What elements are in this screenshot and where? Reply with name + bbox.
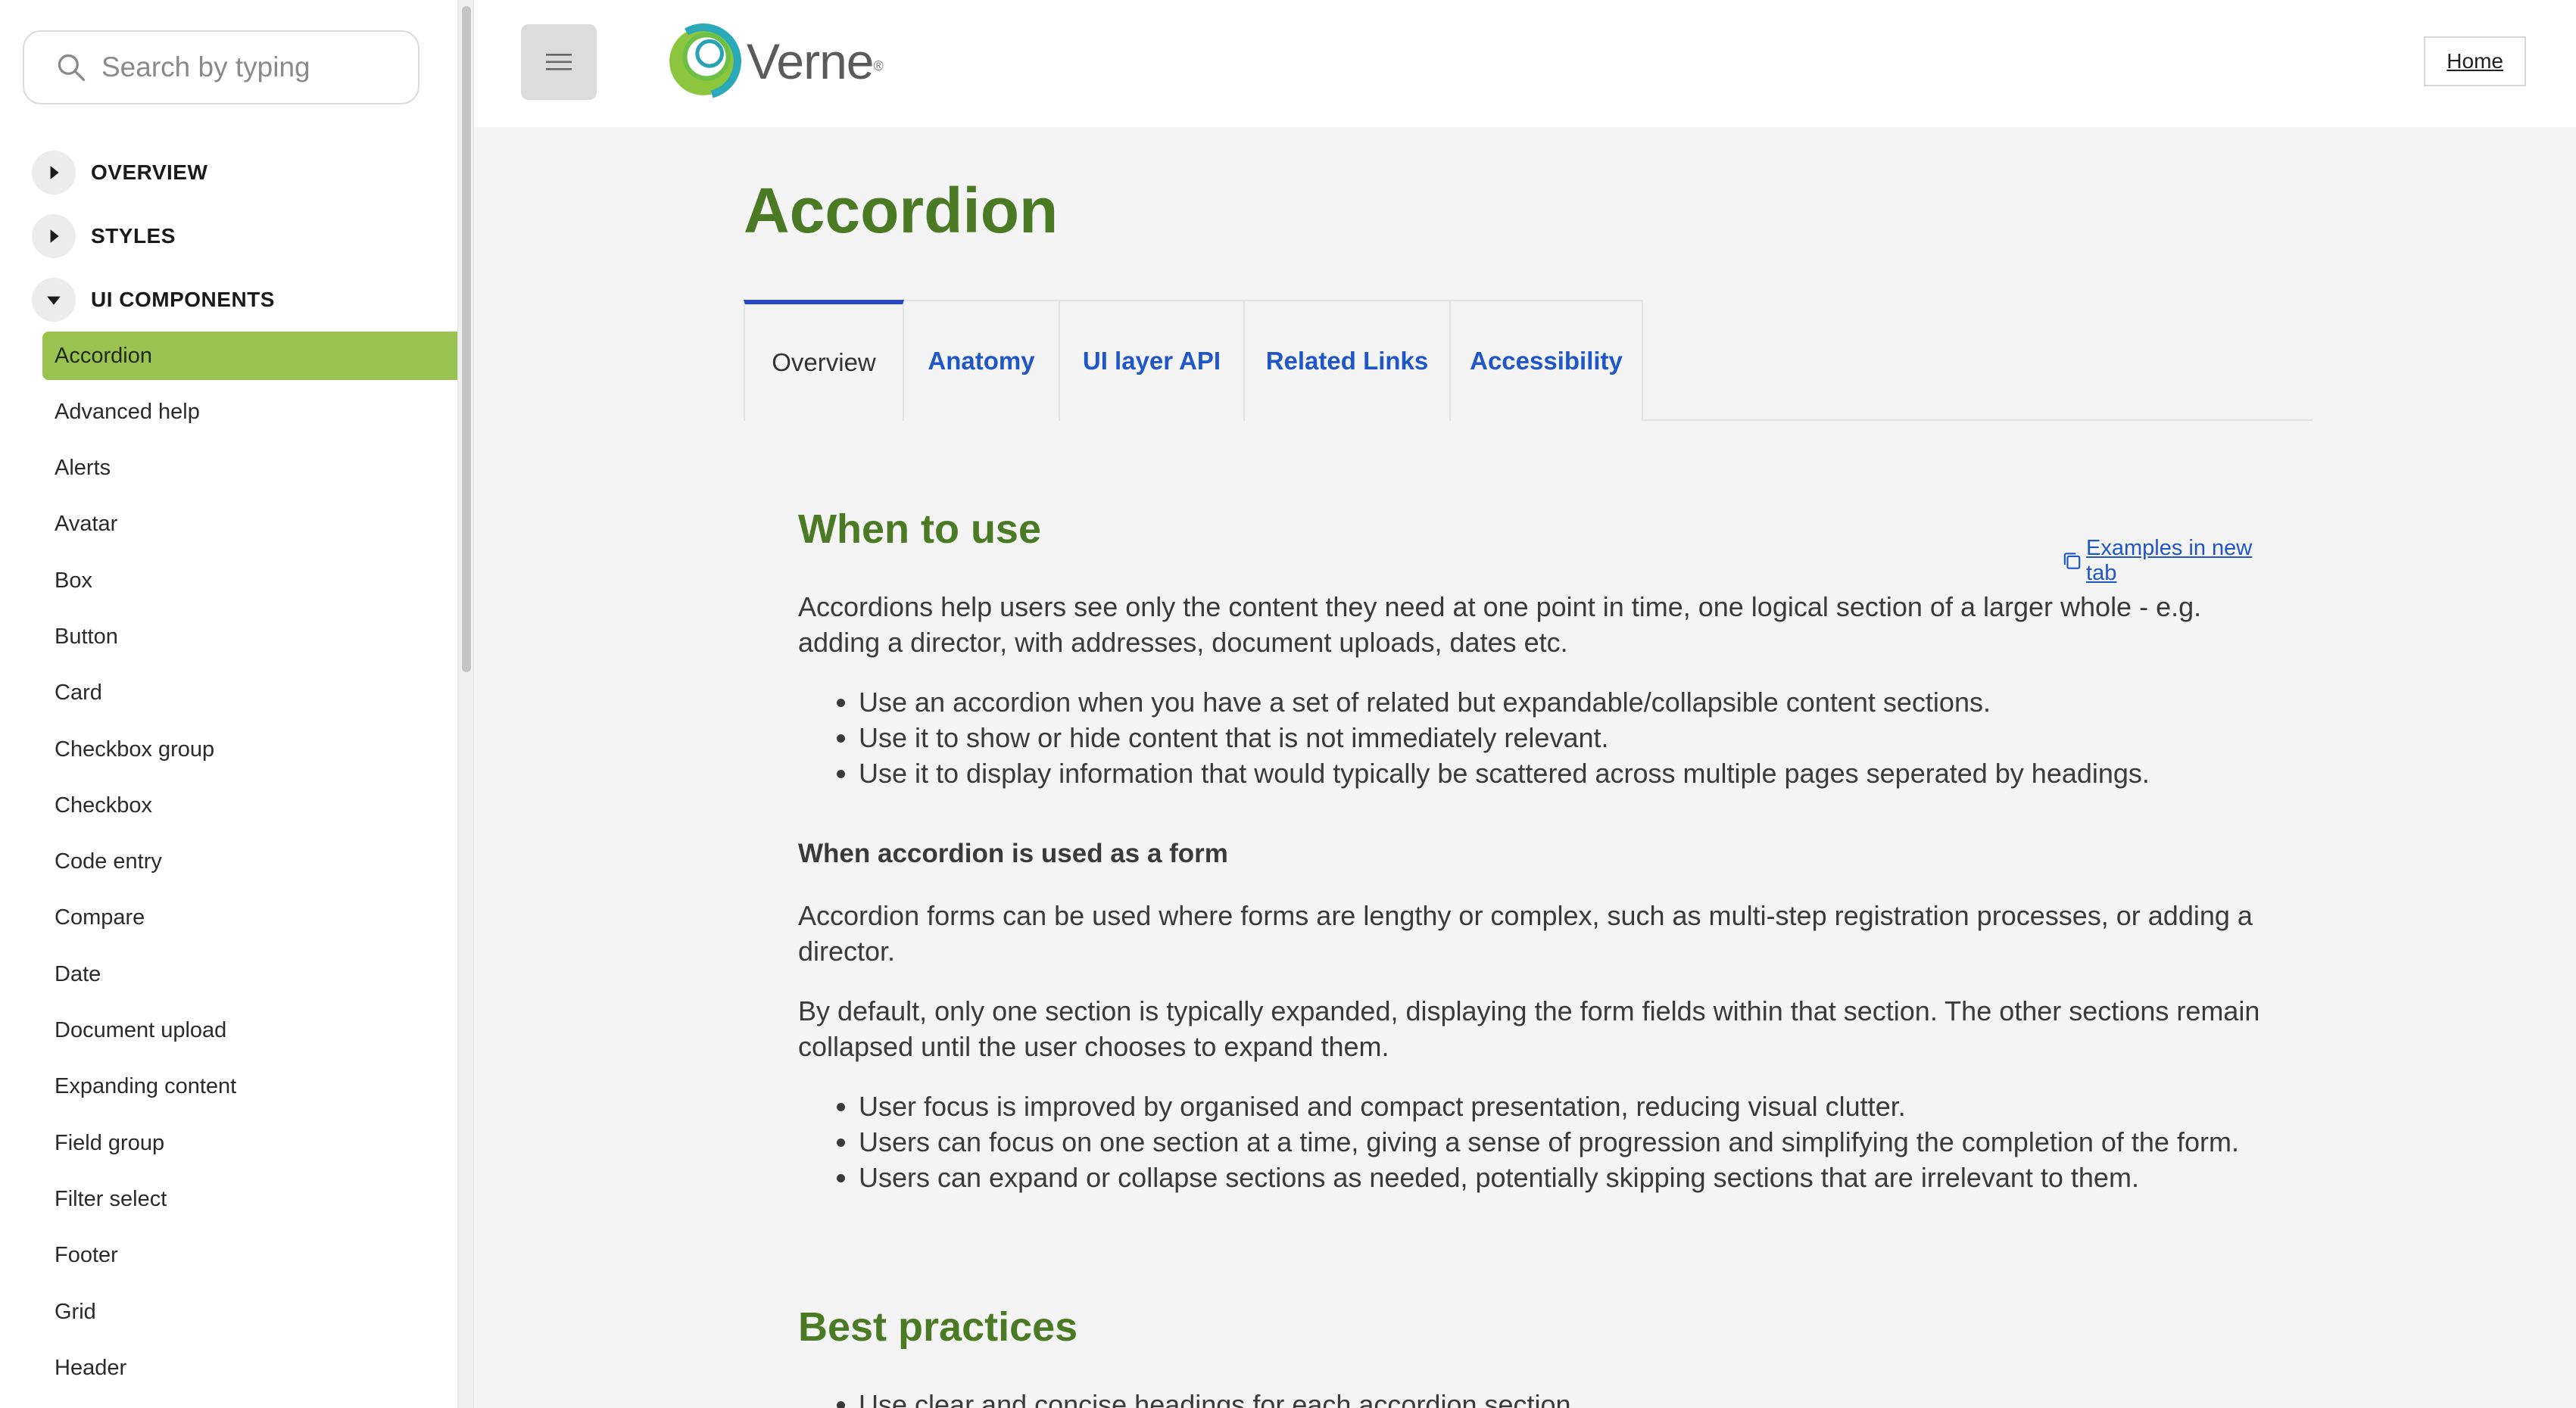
hamburger-icon (546, 54, 572, 70)
chevron-right-icon[interactable] (32, 151, 76, 195)
tab-bar: Overview Anatomy UI layer API Related Li… (744, 300, 2312, 421)
sidebar-item-alerts[interactable]: Alerts (42, 444, 457, 493)
sidebar-item-advanced-help[interactable]: Advanced help (42, 388, 457, 436)
sidebar-item-grid[interactable]: Grid (42, 1288, 457, 1336)
nav-section-label: UI COMPONENTS (91, 288, 275, 311)
tab-overview[interactable]: Overview (744, 300, 904, 421)
top-header: Verne ® Home (474, 0, 2576, 127)
page-title: Accordion (744, 175, 1059, 246)
sidebar-item-button[interactable]: Button (42, 612, 457, 661)
sidebar-item-expanding-content[interactable]: Expanding content (42, 1063, 457, 1111)
nav-section-ui-components[interactable]: UI COMPONENTS (32, 277, 275, 322)
as-form-para-1: Accordion forms can be used where forms … (798, 900, 2253, 967)
as-form-heading: When accordion is used as a form (798, 839, 1228, 868)
when-to-use-list: Use an accordion when you have a set of … (798, 684, 2282, 791)
list-item: Users can focus on one section at a time… (859, 1124, 2282, 1160)
list-item: Users can expand or collapse sections as… (859, 1160, 2282, 1195)
sidebar-scrollbar[interactable] (457, 0, 473, 1408)
chevron-right-icon[interactable] (32, 214, 76, 258)
as-form-para-2: By default, only one section is typicall… (798, 995, 2260, 1062)
tab-ui-layer-api[interactable]: UI layer API (1060, 300, 1245, 421)
sidebar-item-compare[interactable]: Compare (42, 894, 457, 942)
sidebar: OVERVIEW STYLES UI COMPONENTS Accordion … (0, 0, 474, 1408)
sidebar-item-filter-select[interactable]: Filter select (42, 1175, 457, 1223)
registered-mark: ® (873, 58, 884, 73)
sidebar-item-checkbox-group[interactable]: Checkbox group (42, 725, 457, 774)
home-link[interactable]: Home (2424, 36, 2526, 86)
verne-logo-mark-icon (666, 23, 741, 99)
when-to-use-intro: Accordions help users see only the conte… (798, 591, 2202, 658)
sidebar-item-accordion[interactable]: Accordion (42, 332, 457, 380)
nav-section-label: STYLES (91, 224, 176, 248)
examples-link-label: Examples in new tab (2086, 536, 2253, 585)
sidebar-item-code-entry[interactable]: Code entry (42, 838, 457, 886)
scrollbar-thumb[interactable] (462, 6, 471, 672)
tab-anatomy[interactable]: Anatomy (904, 300, 1060, 421)
best-practices-list: Use clear and concise headings for each … (798, 1387, 2282, 1408)
main-content: Accordion Overview Anatomy UI layer API … (474, 127, 2576, 1408)
verne-logo[interactable]: Verne ® (665, 23, 884, 100)
sidebar-item-header[interactable]: Header (42, 1344, 457, 1392)
nav-section-overview[interactable]: OVERVIEW (32, 150, 207, 195)
nav-section-label: OVERVIEW (91, 160, 208, 184)
component-list: Accordion Advanced help Alerts Avatar Bo… (42, 332, 457, 1400)
logo-text: Verne (747, 33, 874, 89)
tab-related-links[interactable]: Related Links (1245, 300, 1451, 421)
sidebar-item-box[interactable]: Box (42, 556, 457, 605)
list-item: Use it to show or hide content that is n… (859, 720, 2282, 755)
as-form-list: User focus is improved by organised and … (798, 1089, 2282, 1195)
tab-accessibility[interactable]: Accessibility (1451, 300, 1643, 421)
sidebar-item-avatar[interactable]: Avatar (42, 500, 457, 549)
list-item: Use clear and concise headings for each … (859, 1387, 2282, 1408)
sidebar-item-document-upload[interactable]: Document upload (42, 1007, 457, 1055)
chevron-down-icon[interactable] (32, 278, 76, 322)
sidebar-item-card[interactable]: Card (42, 669, 457, 718)
copy-icon (2063, 553, 2081, 569)
sidebar-item-date[interactable]: Date (42, 950, 457, 998)
menu-button[interactable] (521, 24, 597, 100)
sidebar-item-checkbox[interactable]: Checkbox (42, 781, 457, 830)
list-item: Use an accordion when you have a set of … (859, 684, 2282, 720)
list-item: Use it to display information that would… (859, 755, 2282, 791)
search-icon (58, 54, 86, 82)
sidebar-item-field-group[interactable]: Field group (42, 1119, 457, 1167)
sidebar-item-footer[interactable]: Footer (42, 1232, 457, 1280)
search-box[interactable] (23, 30, 419, 104)
nav-section-styles[interactable]: STYLES (32, 213, 176, 259)
when-to-use-heading: When to use (798, 506, 1041, 552)
search-input[interactable] (101, 51, 404, 83)
list-item: User focus is improved by organised and … (859, 1089, 2282, 1124)
examples-new-tab-link[interactable]: Examples in new tab (2061, 536, 2282, 586)
best-practices-heading: Best practices (798, 1304, 1078, 1350)
